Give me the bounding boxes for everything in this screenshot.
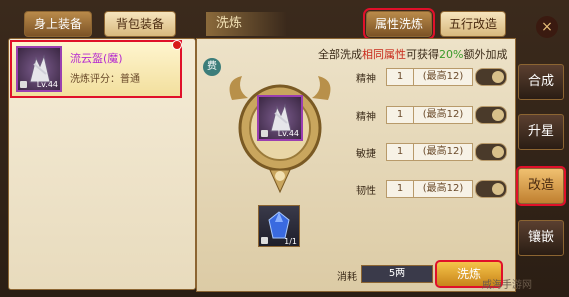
- gem-slot[interactable]: 1/1: [258, 205, 300, 247]
- info-highlight: 相同属性: [362, 48, 406, 61]
- item-level: Lv.44: [36, 80, 58, 89]
- cost-label: 消耗: [337, 272, 357, 283]
- lock-icon: [20, 81, 27, 88]
- attribute-label: 韧性: [356, 186, 376, 197]
- lock-toggle[interactable]: [475, 106, 507, 124]
- attribute-value: 1: [386, 68, 414, 86]
- lock-icon: [261, 130, 268, 137]
- helmet-icon: Lv.44: [16, 46, 62, 92]
- lock-toggle[interactable]: [475, 68, 507, 86]
- attribute-max: (最高12): [413, 106, 473, 124]
- cost-bar: 消耗 5两: [333, 265, 433, 283]
- tab-five-elements[interactable]: 五行改造: [440, 11, 506, 37]
- side-tab-compose[interactable]: 合成: [518, 64, 564, 100]
- tab-equipped[interactable]: 身上装备: [24, 11, 92, 37]
- notification-dot: [172, 40, 182, 50]
- tab-bag[interactable]: 背包装备: [104, 11, 176, 37]
- side-tab-inlay[interactable]: 镶嵌: [518, 220, 564, 256]
- info-suffix: 额外加成: [463, 48, 508, 61]
- info-percent: 20%: [439, 48, 464, 61]
- gem-count: 1/1: [284, 237, 297, 246]
- side-tab-star-up[interactable]: 升星: [518, 114, 564, 150]
- info-prefix: 全部洗成: [318, 48, 362, 61]
- attribute-label: 精神: [356, 112, 376, 123]
- section-header-refine: 洗炼: [206, 12, 286, 36]
- attribute-max: (最高12): [413, 68, 473, 86]
- fee-badge-icon: 费: [203, 58, 221, 76]
- cost-value: 5两: [361, 265, 433, 283]
- lock-icon: [261, 237, 268, 244]
- lock-toggle[interactable]: [475, 143, 507, 161]
- item-name: 流云盔(魔): [70, 52, 123, 65]
- close-button[interactable]: ×: [536, 16, 558, 38]
- slot-item-level: Lv.44: [277, 129, 299, 138]
- watermark: 威海手游网: [482, 280, 532, 291]
- attribute-value: 1: [386, 106, 414, 124]
- side-tab-reforge[interactable]: 改造: [516, 166, 566, 206]
- lock-toggle[interactable]: [475, 180, 507, 198]
- attribute-label: 敏捷: [356, 149, 376, 160]
- item-score: 洗炼评分：普通: [70, 70, 140, 85]
- tab-attr-refine[interactable]: 属性洗炼: [363, 8, 435, 40]
- attribute-value: 1: [386, 143, 414, 161]
- attribute-value: 1: [386, 180, 414, 198]
- attribute-label: 精神: [356, 74, 376, 85]
- info-middle: 可获得: [406, 48, 439, 61]
- attribute-max: (最高12): [413, 143, 473, 161]
- attribute-max: (最高12): [413, 180, 473, 198]
- equipment-item-card[interactable]: Lv.44 流云盔(魔) 洗炼评分：普通: [10, 40, 182, 98]
- item-score-value: 普通: [120, 74, 140, 85]
- item-score-label: 洗炼评分：: [70, 74, 120, 85]
- selected-equipment-slot[interactable]: Lv.44: [257, 95, 303, 141]
- refine-bonus-info: 全部洗成相同属性可获得20%额外加成: [318, 46, 507, 62]
